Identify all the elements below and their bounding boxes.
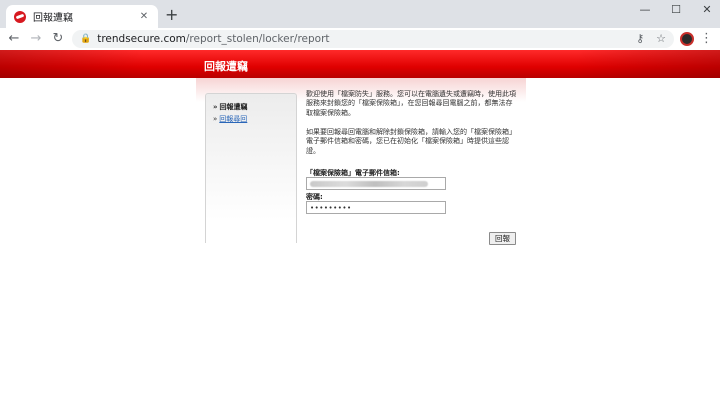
report-button[interactable]: 回報 (489, 232, 516, 245)
address-bar[interactable]: 🔒 trendsecure.com/report_stolen/locker/r… (72, 30, 674, 48)
profile-avatar-icon[interactable] (680, 32, 694, 46)
header-banner: 回報遭竊 (0, 50, 720, 78)
key-icon[interactable]: ⚷ (636, 32, 644, 45)
maximize-icon[interactable]: ☐ (661, 3, 691, 16)
trendmicro-favicon-icon (14, 10, 26, 23)
instruction-paragraph: 如果要回報尋回電腦和解除封鎖保險箱，請輸入您的「檔案保險箱」電子郵件信箱和密碼，… (306, 128, 516, 155)
star-icon[interactable]: ☆ (656, 32, 666, 45)
reload-icon[interactable]: ↻ (50, 31, 66, 47)
lock-icon[interactable]: 🔒 (80, 34, 91, 44)
tab-title: 回報遭竊 (33, 13, 73, 24)
back-arrow-icon[interactable]: ← (6, 31, 22, 47)
email-field[interactable] (306, 177, 446, 190)
close-window-icon[interactable]: ✕ (692, 3, 720, 16)
sidebar-item-label: 回報遭竊 (219, 103, 248, 111)
sidebar-item-label[interactable]: 回報尋回 (219, 115, 247, 123)
chevron-right-icon: » (213, 115, 218, 123)
menu-kebab-icon[interactable]: ⋮ (700, 31, 713, 46)
close-tab-icon[interactable]: ✕ (138, 11, 150, 22)
sidebar-item-report-found[interactable]: » 回報尋回 (213, 114, 247, 124)
url-text: trendsecure.com/report_stolen/locker/rep… (97, 33, 329, 45)
tab-strip: 回報遭竊 ✕ + — ☐ ✕ (0, 0, 720, 28)
password-field[interactable]: ••••••••• (306, 201, 446, 214)
browser-tab[interactable]: 回報遭竊 ✕ (6, 5, 158, 28)
minimize-icon[interactable]: — (630, 3, 660, 16)
sidebar-item-report-stolen: » 回報遭竊 (213, 102, 248, 112)
plus-icon[interactable]: + (165, 7, 178, 23)
redacted-email-value (310, 181, 428, 187)
page-title: 回報遭竊 (204, 60, 248, 73)
browser-toolbar: ← → ↻ 🔒 trendsecure.com/report_stolen/lo… (0, 28, 720, 50)
url-host: trendsecure.com (97, 33, 186, 45)
chevron-right-icon: » (213, 103, 218, 111)
sidebar: » 回報遭竊 » 回報尋回 (205, 93, 297, 243)
intro-paragraph: 歡迎使用「檔案防失」服務。您可以在電腦遺失或遭竊時，使用此項服務來封鎖您的「檔案… (306, 90, 516, 117)
url-path: /report_stolen/locker/report (185, 33, 330, 45)
forward-arrow-icon[interactable]: → (28, 31, 44, 47)
